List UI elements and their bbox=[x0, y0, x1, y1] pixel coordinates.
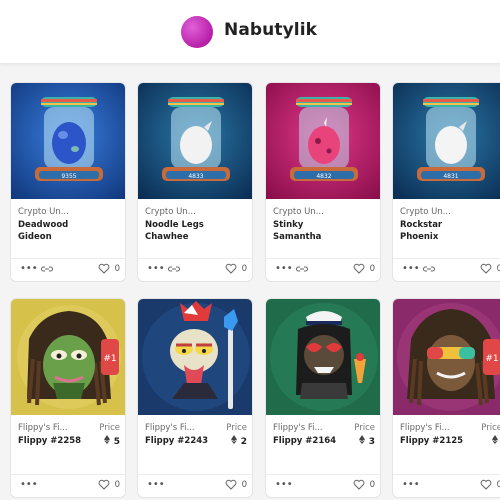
more-options-icon[interactable]: ••• bbox=[402, 263, 420, 274]
card-footer: ••• 0 bbox=[11, 475, 125, 497]
collection-name[interactable]: Flippy's Fi... bbox=[145, 423, 195, 433]
price-label: Price bbox=[226, 423, 247, 433]
more-options-icon[interactable]: ••• bbox=[275, 263, 293, 274]
egg-number: 4832 bbox=[316, 173, 331, 180]
price-value: 3 bbox=[358, 435, 375, 447]
like-count: 0 bbox=[497, 480, 500, 490]
card-footer: ••• 0 bbox=[138, 475, 252, 497]
nft-artwork[interactable]: #1 bbox=[11, 299, 125, 415]
eth-icon bbox=[103, 435, 110, 444]
eth-icon bbox=[230, 435, 237, 444]
like-count: 0 bbox=[114, 480, 120, 490]
nft-name[interactable]: Flippy #2243 bbox=[145, 435, 221, 447]
more-options-icon[interactable]: ••• bbox=[147, 263, 165, 274]
price-label: Price bbox=[481, 423, 500, 433]
nft-card[interactable]: 9355 Crypto Un... Deadwood Gideon ••• 0 bbox=[10, 82, 126, 282]
link-icon[interactable] bbox=[168, 264, 180, 274]
price-value: 2 bbox=[230, 435, 247, 447]
collection-name[interactable]: Flippy's Fi... bbox=[18, 423, 68, 433]
link-icon[interactable] bbox=[296, 264, 308, 274]
card-footer: ••• 0 bbox=[11, 259, 125, 281]
eth-icon bbox=[358, 435, 365, 444]
profile-header: Nabutylik bbox=[0, 0, 500, 64]
card-footer: ••• 0 bbox=[138, 259, 252, 281]
price-label: Price bbox=[99, 423, 120, 433]
like-heart-icon[interactable] bbox=[480, 479, 492, 490]
nft-name[interactable]: Flippy #2258 bbox=[18, 435, 94, 447]
nft-card[interactable]: Flippy's Fi... Flippy #2243 Price 2 ••• … bbox=[137, 298, 253, 498]
collection-name[interactable]: Crypto Un... bbox=[273, 207, 324, 217]
card-footer: ••• 0 bbox=[393, 475, 500, 497]
nft-name[interactable]: Rockstar Phoenix bbox=[400, 219, 476, 243]
nft-card[interactable]: 4833 Crypto Un... Noodle Legs Chawhee •••… bbox=[137, 82, 253, 282]
avatar[interactable] bbox=[181, 16, 213, 48]
price-value: 5 bbox=[103, 435, 120, 447]
nft-artwork[interactable]: 9355 bbox=[11, 83, 125, 199]
like-count: 0 bbox=[369, 264, 375, 274]
price-label: Price bbox=[354, 423, 375, 433]
page-title: Nabutylik bbox=[224, 20, 318, 40]
collection-name[interactable]: Crypto Un... bbox=[400, 207, 451, 217]
nft-artwork[interactable] bbox=[266, 299, 380, 415]
collection-name[interactable]: Crypto Un... bbox=[145, 207, 196, 217]
nft-name[interactable]: Noodle Legs Chawhee bbox=[145, 219, 221, 243]
nft-artwork[interactable]: 4831 bbox=[393, 83, 500, 199]
eth-icon bbox=[492, 435, 498, 444]
more-options-icon[interactable]: ••• bbox=[20, 479, 38, 490]
like-heart-icon[interactable] bbox=[225, 479, 237, 490]
egg-number: 9355 bbox=[61, 173, 76, 180]
like-count: 0 bbox=[497, 264, 500, 274]
more-options-icon[interactable]: ••• bbox=[275, 479, 293, 490]
nft-name[interactable]: Flippy #2164 bbox=[273, 435, 349, 447]
egg-number: 4831 bbox=[443, 173, 458, 180]
more-options-icon[interactable]: ••• bbox=[147, 479, 165, 490]
like-heart-icon[interactable] bbox=[480, 263, 492, 274]
price-value bbox=[492, 435, 500, 447]
nft-artwork[interactable]: #1 bbox=[393, 299, 500, 415]
like-heart-icon[interactable] bbox=[353, 263, 365, 274]
nft-card[interactable]: #1 Flippy's Fi... Flippy #2125 Price •••… bbox=[392, 298, 500, 498]
like-heart-icon[interactable] bbox=[98, 263, 110, 274]
card-footer: ••• 0 bbox=[393, 259, 500, 281]
like-heart-icon[interactable] bbox=[225, 263, 237, 274]
more-options-icon[interactable]: ••• bbox=[20, 263, 38, 274]
svg-text:#1: #1 bbox=[103, 354, 116, 364]
collection-name[interactable]: Flippy's Fi... bbox=[273, 423, 323, 433]
card-footer: ••• 0 bbox=[266, 475, 380, 497]
like-count: 0 bbox=[114, 264, 120, 274]
like-heart-icon[interactable] bbox=[98, 479, 110, 490]
like-heart-icon[interactable] bbox=[353, 479, 365, 490]
nft-artwork[interactable]: 4832 bbox=[266, 83, 380, 199]
egg-number: 4833 bbox=[188, 173, 203, 180]
nft-card[interactable]: 4832 Crypto Un... Stinky Samantha ••• 0 bbox=[265, 82, 381, 282]
nft-grid: 9355 Crypto Un... DeadwoodGideon ••• 0 bbox=[0, 0, 500, 500]
card-footer: ••• 0 bbox=[266, 259, 380, 281]
like-count: 0 bbox=[241, 264, 247, 274]
svg-text:#1: #1 bbox=[485, 354, 498, 364]
link-icon[interactable] bbox=[41, 264, 53, 274]
nft-name[interactable]: Stinky Samantha bbox=[273, 219, 349, 243]
nft-name[interactable]: Flippy #2125 bbox=[400, 435, 476, 447]
like-count: 0 bbox=[369, 480, 375, 490]
more-options-icon[interactable]: ••• bbox=[402, 479, 420, 490]
like-count: 0 bbox=[241, 480, 247, 490]
nft-card[interactable]: 4831 Crypto Un... RockstarPhoenix ••• 0 bbox=[392, 82, 500, 282]
nft-card[interactable]: Flippy's Fi... Flippy #2164 Price 3 ••• … bbox=[265, 298, 381, 498]
nft-artwork[interactable]: 4833 bbox=[138, 83, 252, 199]
collection-name[interactable]: Crypto Un... bbox=[18, 207, 69, 217]
link-icon[interactable] bbox=[423, 264, 435, 274]
nft-card[interactable]: #1 Flippy's Fi... Flippy #2258 Price 5 •… bbox=[10, 298, 126, 498]
nft-artwork[interactable] bbox=[138, 299, 252, 415]
nft-name[interactable]: Deadwood Gideon bbox=[18, 219, 94, 243]
collection-name[interactable]: Flippy's Fi... bbox=[400, 423, 450, 433]
